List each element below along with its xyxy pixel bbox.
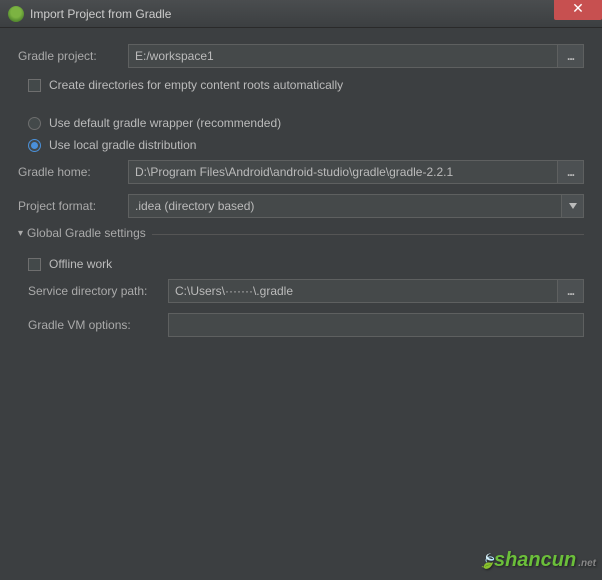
create-dirs-checkbox[interactable] [28, 79, 41, 92]
service-dir-label: Service directory path: [28, 284, 168, 298]
service-dir-row: Service directory path: ... [28, 279, 584, 303]
watermark: 🍃 shancun .net [479, 549, 596, 572]
service-dir-input[interactable] [168, 279, 558, 303]
service-dir-browse-button[interactable]: ... [558, 279, 584, 303]
title-bar: Import Project from Gradle ✕ [0, 0, 602, 28]
vm-options-input[interactable] [168, 313, 584, 337]
watermark-net: .net [578, 558, 596, 569]
close-button[interactable]: ✕ [554, 0, 602, 20]
create-dirs-label: Create directories for empty content roo… [49, 78, 343, 92]
gradle-home-input[interactable] [128, 160, 558, 184]
watermark-text2: cun [541, 549, 577, 572]
project-format-select[interactable] [128, 194, 562, 218]
gradle-home-row: Gradle home: ... [18, 160, 584, 184]
create-dirs-row: Create directories for empty content roo… [28, 78, 584, 92]
default-wrapper-row: Use default gradle wrapper (recommended) [28, 116, 584, 130]
dialog-content: Gradle project: ... Create directories f… [0, 28, 602, 355]
local-distribution-radio[interactable] [28, 139, 41, 152]
watermark-text1: shan [494, 549, 541, 572]
local-distribution-label: Use local gradle distribution [49, 138, 196, 152]
global-gradle-fieldset: ▾ Global Gradle settings Offline work Se… [18, 234, 584, 337]
gradle-home-browse-button[interactable]: ... [558, 160, 584, 184]
project-format-caret[interactable] [562, 194, 584, 218]
global-gradle-legend[interactable]: ▾ Global Gradle settings [18, 226, 152, 240]
gradle-project-label: Gradle project: [18, 49, 128, 63]
app-icon [8, 6, 24, 22]
gradle-home-label: Gradle home: [18, 165, 128, 179]
project-format-label: Project format: [18, 199, 128, 213]
global-gradle-legend-label: Global Gradle settings [27, 226, 146, 240]
gradle-project-row: Gradle project: ... [18, 44, 584, 68]
collapse-caret-icon: ▾ [18, 228, 23, 239]
local-distribution-row: Use local gradle distribution [28, 138, 584, 152]
offline-work-row: Offline work [28, 257, 584, 271]
gradle-project-input[interactable] [128, 44, 558, 68]
default-wrapper-label: Use default gradle wrapper (recommended) [49, 116, 281, 130]
offline-work-checkbox[interactable] [28, 258, 41, 271]
window-title: Import Project from Gradle [30, 7, 171, 21]
default-wrapper-radio[interactable] [28, 117, 41, 130]
gradle-project-browse-button[interactable]: ... [558, 44, 584, 68]
offline-work-label: Offline work [49, 257, 112, 271]
vm-options-label: Gradle VM options: [28, 318, 168, 332]
project-format-row: Project format: [18, 194, 584, 218]
chevron-down-icon [569, 203, 577, 209]
close-icon: ✕ [572, 0, 584, 17]
vm-options-row: Gradle VM options: [28, 313, 584, 337]
